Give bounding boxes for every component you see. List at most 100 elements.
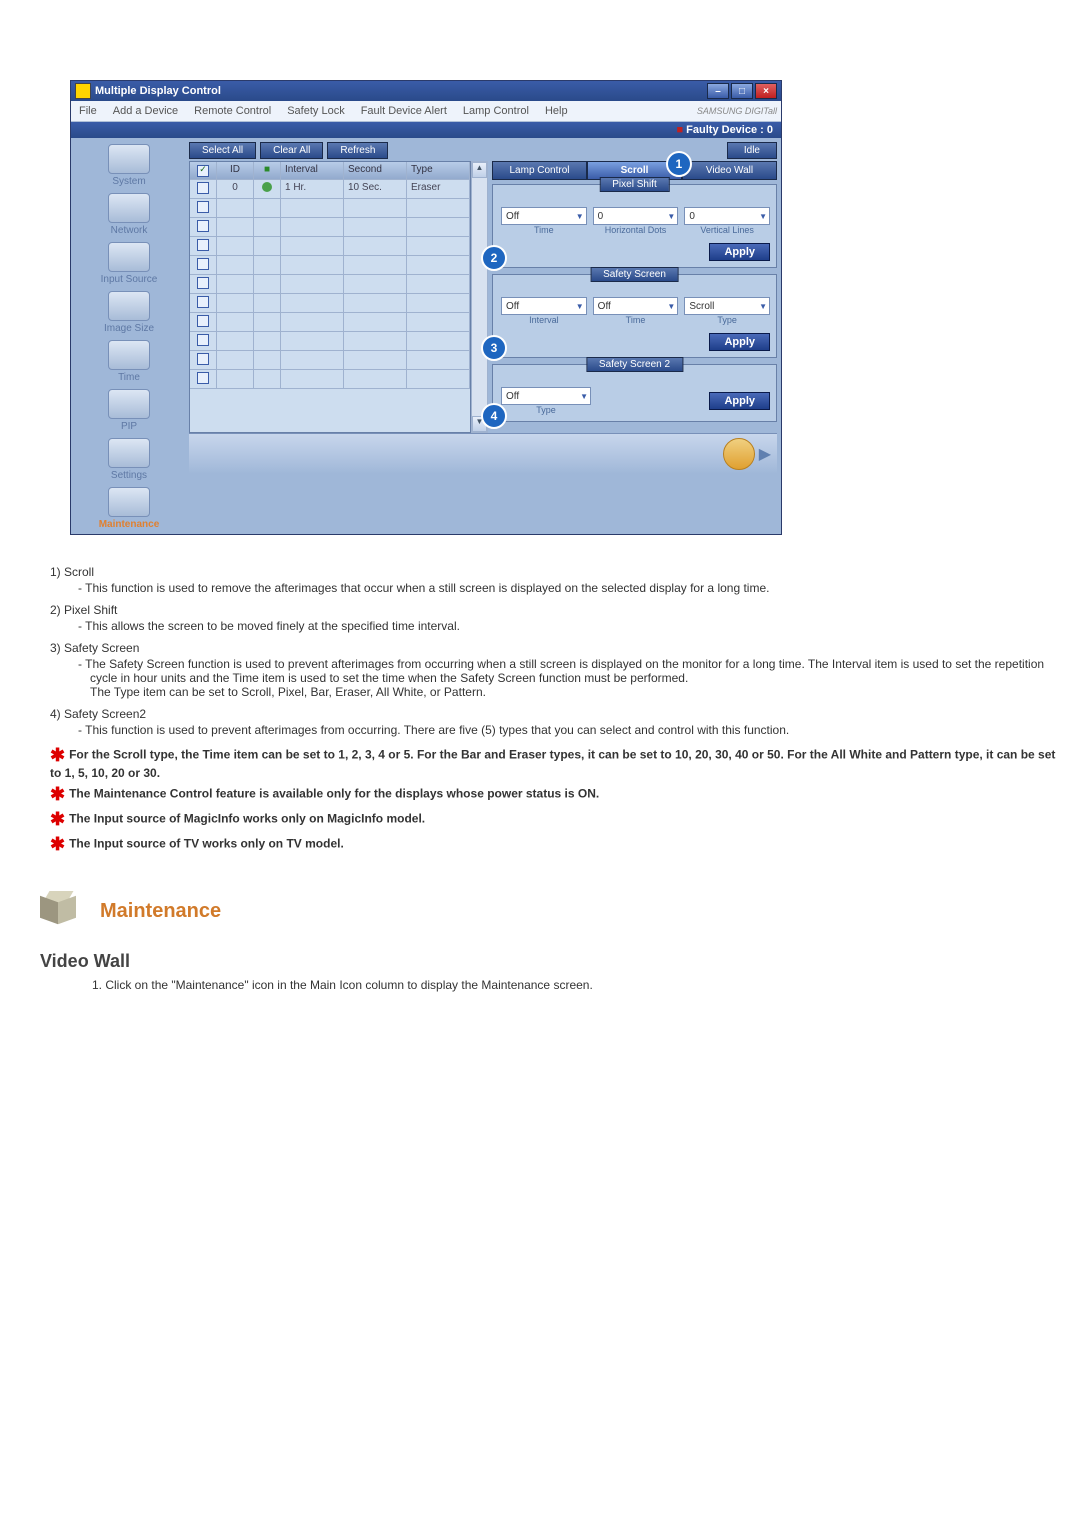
safety-screen-panel: Safety Screen Off▼ Interval Off▼ Time (492, 274, 777, 358)
row-checkbox[interactable] (197, 372, 209, 384)
pixel-shift-hdots-select[interactable]: 0▼ (593, 207, 679, 225)
menu-file[interactable]: File (75, 103, 101, 119)
clear-all-button[interactable]: Clear All (260, 142, 323, 159)
tab-video-wall[interactable]: Video Wall (682, 161, 777, 180)
table-row[interactable] (190, 294, 470, 313)
star-note-4: The Input source of TV works only on TV … (69, 837, 344, 851)
safety-screen-title: Safety Screen (590, 267, 679, 282)
tab-lamp-control[interactable]: Lamp Control (492, 161, 587, 180)
star-note-2: The Maintenance Control feature is avail… (69, 787, 599, 801)
pixel-shift-vlines-label: Vertical Lines (684, 225, 770, 235)
note-4-title: 4) Safety Screen2 (50, 707, 1060, 721)
menu-lamp-control[interactable]: Lamp Control (459, 103, 533, 119)
maintenance-section-header: Maintenance (40, 891, 1060, 931)
power-on-icon (262, 182, 272, 192)
refresh-button[interactable]: Refresh (327, 142, 388, 159)
pixel-shift-time-select[interactable]: Off▼ (501, 207, 587, 225)
row-checkbox[interactable] (197, 296, 209, 308)
maximize-button[interactable]: □ (731, 83, 753, 99)
col-interval: Interval (281, 162, 344, 180)
sidebar-item-maintenance[interactable]: Maintenance (75, 487, 183, 530)
table-row[interactable]: 0 1 Hr. 10 Sec. Eraser (190, 180, 470, 199)
faulty-device-label: Faulty Device : 0 (686, 124, 773, 136)
row-checkbox[interactable] (197, 353, 209, 365)
cell-second: 10 Sec. (344, 180, 407, 199)
note-3-desc: - The Safety Screen function is used to … (78, 657, 1060, 699)
menu-remote-control[interactable]: Remote Control (190, 103, 275, 119)
row-checkbox[interactable] (197, 277, 209, 289)
title-bar: Multiple Display Control – □ × (71, 81, 781, 101)
star-icon: ✱ (50, 784, 65, 804)
table-row[interactable] (190, 370, 470, 389)
menu-fault-alert[interactable]: Fault Device Alert (357, 103, 451, 119)
brand-label: SAMSUNG DIGITall (697, 106, 777, 116)
close-button[interactable]: × (755, 83, 777, 99)
row-checkbox[interactable] (197, 315, 209, 327)
note-4-desc: - This function is used to prevent after… (78, 723, 1060, 737)
sidebar-item-pip[interactable]: PIP (75, 389, 183, 432)
table-row[interactable] (190, 218, 470, 237)
table-row[interactable] (190, 275, 470, 294)
pixel-shift-apply-button[interactable]: Apply (709, 243, 770, 261)
menu-help[interactable]: Help (541, 103, 572, 119)
sidebar-item-input-source[interactable]: Input Source (75, 242, 183, 285)
pixel-shift-title: Pixel Shift (599, 177, 669, 192)
header-checkbox[interactable] (197, 165, 209, 177)
pixel-shift-vlines-select[interactable]: 0▼ (684, 207, 770, 225)
menu-safety-lock[interactable]: Safety Lock (283, 103, 348, 119)
pixel-shift-hdots-label: Horizontal Dots (593, 225, 679, 235)
sidebar-item-image-size[interactable]: Image Size (75, 291, 183, 334)
sidebar-item-time[interactable]: Time (75, 340, 183, 383)
safety-screen-interval-select[interactable]: Off▼ (501, 297, 587, 315)
note-1-title: 1) Scroll (50, 565, 1060, 579)
table-row[interactable] (190, 256, 470, 275)
col-id: ID (217, 162, 254, 180)
row-checkbox[interactable] (197, 201, 209, 213)
settings-panel: Lamp Control Scroll Video Wall 1 Pixel S… (492, 161, 777, 428)
sidebar-item-settings[interactable]: Settings (75, 438, 183, 481)
main-panel: Select All Clear All Refresh Idle ID ■ (187, 138, 781, 534)
menu-add-device[interactable]: Add a Device (109, 103, 182, 119)
safety-screen2-apply-button[interactable]: Apply (709, 392, 770, 410)
note-1-desc: - This function is used to remove the af… (78, 581, 1060, 595)
row-checkbox[interactable] (197, 334, 209, 346)
safety-screen-time-select[interactable]: Off▼ (593, 297, 679, 315)
alert-icon (723, 438, 755, 470)
device-grid: ID ■ Interval Second Type 0 (189, 161, 471, 433)
table-row[interactable] (190, 332, 470, 351)
window-title: Multiple Display Control (95, 85, 221, 97)
cell-type: Eraser (407, 180, 470, 199)
table-row[interactable] (190, 237, 470, 256)
safety-screen2-title: Safety Screen 2 (586, 357, 683, 372)
safety-screen-type-select[interactable]: Scroll▼ (684, 297, 770, 315)
table-row[interactable] (190, 351, 470, 370)
pixel-shift-time-label: Time (501, 225, 587, 235)
maintenance-title: Maintenance (100, 900, 221, 923)
select-all-button[interactable]: Select All (189, 142, 256, 159)
row-checkbox[interactable] (197, 182, 209, 194)
row-checkbox[interactable] (197, 220, 209, 232)
sidebar-item-network[interactable]: Network (75, 193, 183, 236)
callout-2: 2 (481, 245, 507, 271)
safety-screen2-type-select[interactable]: Off▼ (501, 387, 591, 405)
table-row[interactable] (190, 199, 470, 218)
row-checkbox[interactable] (197, 239, 209, 251)
safety-screen-apply-button[interactable]: Apply (709, 333, 770, 351)
callout-1: 1 (666, 151, 692, 177)
note-3-title: 3) Safety Screen (50, 641, 1060, 655)
settings-icon (108, 438, 150, 468)
scroll-up-icon[interactable]: ▲ (472, 162, 487, 178)
star-note-3: The Input source of MagicInfo works only… (69, 812, 425, 826)
minimize-button[interactable]: – (707, 83, 729, 99)
sidebar-item-system[interactable]: System (75, 144, 183, 187)
row-checkbox[interactable] (197, 258, 209, 270)
safety-screen-type-label: Type (684, 315, 770, 325)
menu-bar: File Add a Device Remote Control Safety … (71, 101, 781, 122)
sidebar-item-label: Time (118, 372, 140, 383)
pixel-shift-panel: Pixel Shift Off▼ Time 0▼ Horizontal Dots (492, 184, 777, 268)
sidebar-item-label: Network (111, 225, 148, 236)
safety-screen2-panel: Safety Screen 2 Off▼ Type Apply 4 (492, 364, 777, 422)
footer-arrow-icon: ▶ (759, 444, 771, 464)
grid-scrollbar[interactable]: ▲ ▼ (471, 161, 488, 433)
table-row[interactable] (190, 313, 470, 332)
